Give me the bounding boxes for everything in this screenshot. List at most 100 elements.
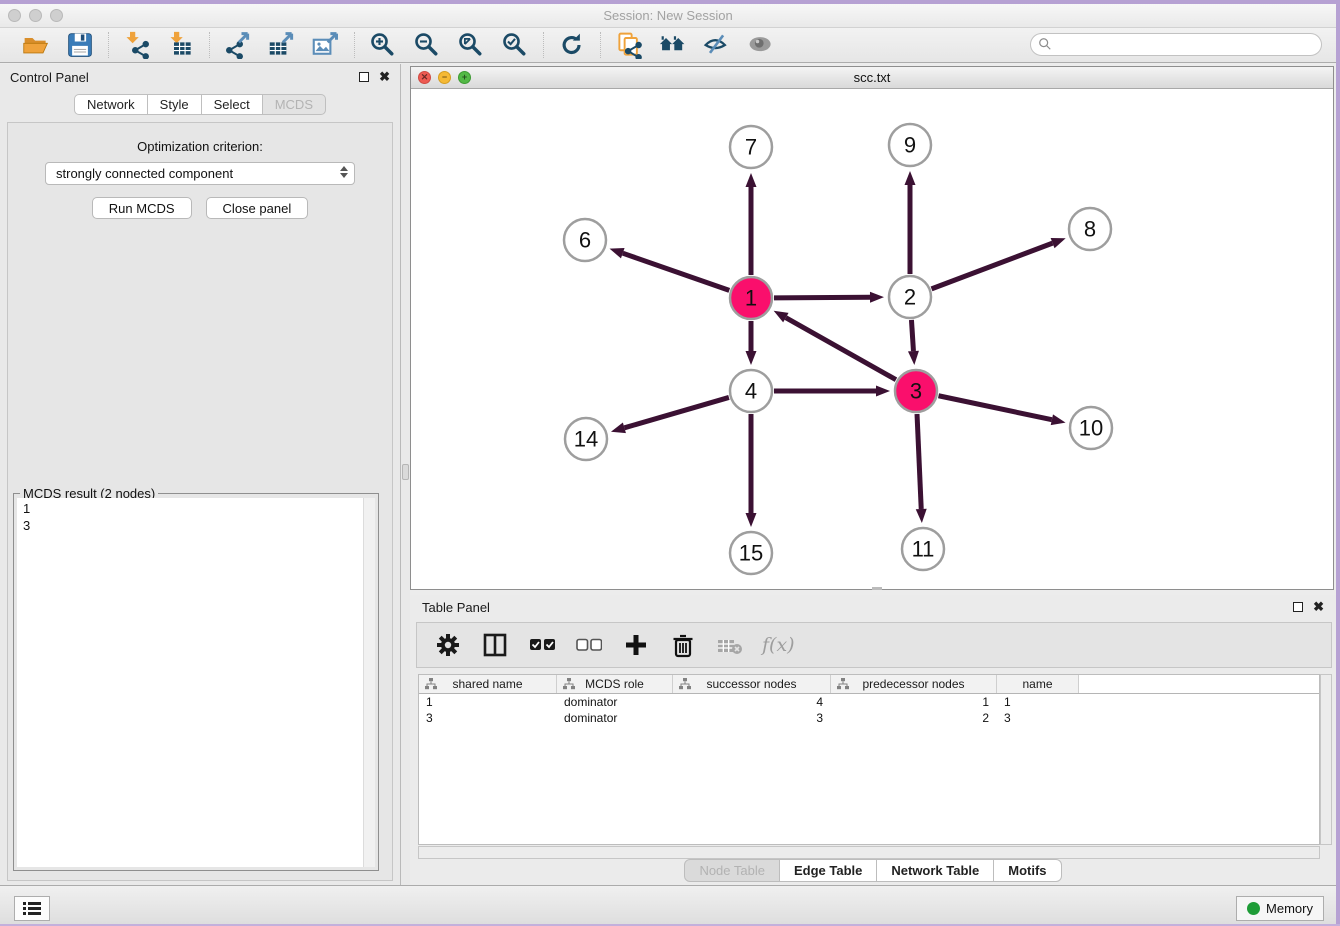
edge-arrowhead	[610, 248, 625, 258]
graph-node-label-8: 8	[1084, 217, 1096, 242]
edge-2-3[interactable]	[911, 320, 913, 351]
import-table-button[interactable]	[165, 30, 197, 60]
graph-node-label-14: 14	[574, 427, 598, 452]
table-cell[interactable]: 1	[997, 694, 1079, 710]
checkbox-unchecked-pair-icon	[576, 632, 602, 658]
graph-node-label-2: 2	[904, 285, 916, 310]
graph-node-label-6: 6	[579, 228, 591, 253]
column-header-MCDS-role[interactable]: MCDS role	[557, 675, 673, 693]
splitter-grip[interactable]	[402, 464, 409, 480]
checkbox-checked-pair-button[interactable]	[527, 630, 557, 660]
tab-motifs[interactable]: Motifs	[994, 859, 1061, 882]
close-panel-icon[interactable]: ✖	[379, 72, 390, 82]
attribute-icon	[837, 678, 849, 690]
hide-visibility-button[interactable]	[701, 30, 733, 60]
trash-button[interactable]	[668, 630, 698, 660]
table-float-panel-icon[interactable]	[1293, 602, 1303, 612]
edge-4-14[interactable]	[624, 397, 729, 427]
refresh-button[interactable]	[556, 30, 588, 60]
function-builder-button[interactable]: f(x)	[762, 634, 795, 656]
zoom-fit-button[interactable]	[455, 30, 487, 60]
edge-1-2[interactable]	[774, 297, 870, 298]
memory-button[interactable]: Memory	[1236, 896, 1324, 921]
network-canvas[interactable]: 1234678910111415	[411, 89, 1333, 589]
table-cell[interactable]: 3	[997, 710, 1079, 726]
edge-1-6[interactable]	[623, 253, 730, 290]
table-horizontal-scrollbar[interactable]	[418, 846, 1320, 859]
checkbox-unchecked-pair-button[interactable]	[574, 630, 604, 660]
zoom-in-button[interactable]	[367, 30, 399, 60]
edge-3-10[interactable]	[939, 396, 1052, 420]
home-button[interactable]	[657, 30, 689, 60]
table-cell[interactable]: dominator	[557, 694, 673, 710]
tab-mcds[interactable]: MCDS	[263, 94, 326, 115]
table-tabbar: Node TableEdge TableNetwork TableMotifs	[410, 859, 1336, 885]
column-header-name[interactable]: name	[997, 675, 1079, 693]
statusbar: Memory	[0, 885, 1336, 924]
search-input[interactable]	[1030, 33, 1322, 56]
gear-button[interactable]	[433, 630, 463, 660]
column-header-successor-nodes[interactable]: successor nodes	[673, 675, 831, 693]
zoom-out-icon	[413, 31, 441, 59]
export-network-button[interactable]	[222, 30, 254, 60]
attribute-icon	[425, 678, 437, 690]
run-mcds-button[interactable]: Run MCDS	[92, 197, 192, 219]
open-session-button[interactable]	[20, 30, 52, 60]
tab-node-table[interactable]: Node Table	[684, 859, 780, 882]
attribute-icon	[679, 678, 691, 690]
table-row[interactable]: 3dominator323	[419, 710, 1319, 726]
float-panel-icon[interactable]	[359, 72, 369, 82]
zoom-selected-button[interactable]	[499, 30, 531, 60]
tab-select[interactable]: Select	[202, 94, 263, 115]
tab-style[interactable]: Style	[148, 94, 202, 115]
column-header-predecessor-nodes[interactable]: predecessor nodes	[831, 675, 997, 693]
network-window-titlebar[interactable]: ✕ − + scc.txt	[411, 67, 1333, 89]
column-header-shared-name[interactable]: shared name	[419, 675, 557, 693]
table-cell[interactable]: 1	[419, 694, 557, 710]
edge-arrowhead	[876, 386, 890, 397]
tab-edge-table[interactable]: Edge Table	[780, 859, 877, 882]
table-cell[interactable]: 1	[831, 694, 997, 710]
show-visibility-button[interactable]	[745, 30, 777, 60]
tab-network[interactable]: Network	[74, 94, 148, 115]
edge-2-8[interactable]	[932, 243, 1053, 289]
plus-button[interactable]	[621, 630, 651, 660]
import-network-button[interactable]	[121, 30, 153, 60]
zoom-out-button[interactable]	[411, 30, 443, 60]
close-panel-button[interactable]: Close panel	[206, 197, 309, 219]
app-titlebar: Session: New Session	[0, 4, 1336, 28]
delete-table-button[interactable]	[715, 630, 745, 660]
graph-node-label-10: 10	[1079, 416, 1103, 441]
table-cell[interactable]: 3	[673, 710, 831, 726]
table-row[interactable]: 1dominator411	[419, 694, 1319, 710]
panel-splitter[interactable]	[401, 64, 410, 885]
desktop-edge-top	[0, 0, 1340, 4]
table-close-panel-icon[interactable]: ✖	[1313, 602, 1324, 612]
save-session-button[interactable]	[64, 30, 96, 60]
task-history-button[interactable]	[14, 896, 50, 921]
optimization-label: Optimization criterion:	[8, 139, 392, 154]
table-vertical-scrollbar[interactable]	[1320, 674, 1332, 845]
column-split-button[interactable]	[480, 630, 510, 660]
edge-3-1[interactable]	[786, 318, 896, 380]
mcds-result-text[interactable]: 1 3	[17, 498, 375, 867]
table-cell[interactable]: dominator	[557, 710, 673, 726]
result-scrollbar[interactable]	[363, 498, 375, 867]
tab-network-table[interactable]: Network Table	[877, 859, 994, 882]
table-toolbar: f(x)	[416, 622, 1332, 668]
edge-3-11[interactable]	[917, 414, 921, 509]
table-cell[interactable]: 3	[419, 710, 557, 726]
export-image-button[interactable]	[310, 30, 342, 60]
criterion-dropdown[interactable]: strongly connected component	[45, 162, 355, 185]
home-icon	[659, 31, 687, 59]
desktop-edge-right	[1336, 0, 1340, 926]
criterion-value: strongly connected component	[56, 166, 233, 181]
network-resize-grip[interactable]	[872, 587, 882, 590]
export-table-button[interactable]	[266, 30, 298, 60]
table-cell[interactable]: 4	[673, 694, 831, 710]
attribute-icon	[563, 678, 575, 690]
table-cell[interactable]: 2	[831, 710, 997, 726]
network-view-window: ✕ − + scc.txt 1234678910111415	[410, 66, 1334, 590]
copy-network-button[interactable]	[613, 30, 645, 60]
checkbox-checked-pair-icon	[529, 632, 555, 658]
